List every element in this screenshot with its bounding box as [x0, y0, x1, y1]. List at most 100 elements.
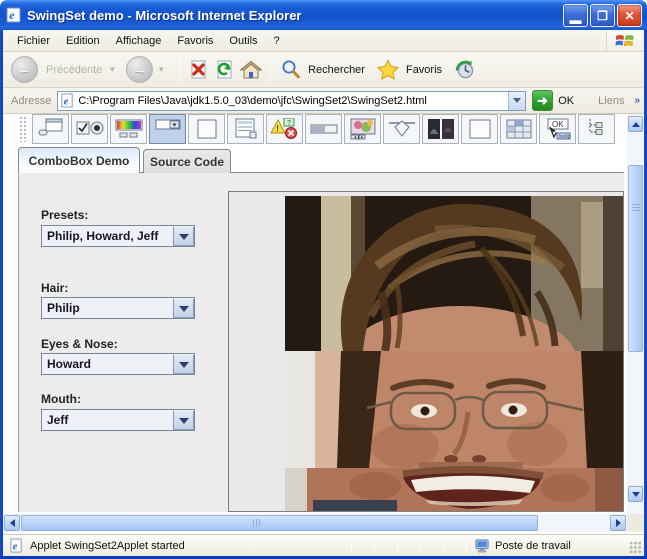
- vertical-scrollbar[interactable]: [627, 114, 644, 514]
- status-pane: [444, 535, 466, 556]
- svg-text:e: e: [9, 8, 15, 22]
- refresh-icon[interactable]: [214, 59, 236, 81]
- internalframe-demo-icon[interactable]: ◄❚►: [344, 114, 381, 144]
- resize-grip[interactable]: [629, 541, 642, 554]
- back-dropdown-icon[interactable]: ▼: [108, 65, 116, 74]
- history-icon[interactable]: [454, 59, 476, 81]
- splitpane-demo-icon[interactable]: [422, 114, 459, 144]
- colorchooser-demo-icon[interactable]: [110, 114, 147, 144]
- menu-bar: Fichier Edition Affichage Favoris Outils…: [3, 30, 644, 52]
- scroll-right-icon[interactable]: [610, 515, 626, 531]
- home-icon[interactable]: [240, 59, 262, 81]
- vertical-thumb-grip: [632, 204, 640, 213]
- favorites-star-icon[interactable]: [377, 59, 399, 81]
- svg-text:?: ?: [287, 120, 291, 127]
- page-ie-icon: e: [60, 93, 75, 108]
- horizontal-scrollbar[interactable]: [3, 514, 627, 532]
- address-input[interactable]: [75, 95, 505, 107]
- navigation-toolbar: ← Précédente ▼ → ▼ Rechercher Favoris: [3, 52, 644, 88]
- applet-page-icon: e: [9, 538, 24, 553]
- mouth-dropdown-icon[interactable]: [173, 410, 194, 430]
- tooltip-demo-icon[interactable]: OKtoolip: [539, 114, 576, 144]
- menu-fichier[interactable]: Fichier: [9, 32, 58, 50]
- tab-combobox-demo[interactable]: ComboBox Demo: [18, 147, 140, 173]
- list-demo-icon[interactable]: [227, 114, 264, 144]
- status-pane: [398, 535, 420, 556]
- combobox-demo-icon[interactable]: [149, 114, 186, 144]
- vertical-scroll-thumb[interactable]: [628, 165, 643, 352]
- table-demo-icon[interactable]: [500, 114, 537, 144]
- eyes-nose-combobox[interactable]: Howard: [41, 353, 195, 375]
- search-label[interactable]: Rechercher: [308, 64, 365, 76]
- window-title: SwingSet demo - Microsoft Internet Explo…: [27, 8, 301, 23]
- applet-demo-toolbar: ?! ◄❚► OKtoolip: [3, 114, 625, 144]
- favorites-label[interactable]: Favoris: [406, 64, 442, 76]
- back-label[interactable]: Précédente: [46, 64, 102, 76]
- presets-dropdown-icon[interactable]: [173, 226, 194, 246]
- tree-demo-icon[interactable]: [578, 114, 615, 144]
- eyes-nose-dropdown-icon[interactable]: [173, 354, 194, 374]
- progressbar-demo-icon[interactable]: [305, 114, 342, 144]
- svg-text:!: !: [276, 124, 279, 134]
- svg-text:e: e: [64, 96, 69, 107]
- tab-source-code[interactable]: Source Code: [143, 149, 231, 173]
- address-dropdown-icon[interactable]: [508, 92, 525, 110]
- filechooser-demo-icon[interactable]: [188, 114, 225, 144]
- status-pane: [375, 535, 397, 556]
- security-zone-pane: Poste de travail: [467, 539, 629, 553]
- close-button[interactable]: ✕: [617, 4, 642, 27]
- mouth-combobox[interactable]: Jeff: [41, 409, 195, 431]
- address-input-wrap: e: [57, 91, 525, 111]
- toolbar-demo-icon[interactable]: [32, 114, 69, 144]
- menu-help[interactable]: ?: [266, 32, 288, 50]
- zone-label: Poste de travail: [495, 540, 571, 552]
- status-message-pane: e Applet SwingSet2Applet started: [3, 538, 351, 553]
- button-demo-icon[interactable]: [71, 114, 108, 144]
- links-label[interactable]: Liens: [598, 95, 624, 107]
- combobox-demo-panel: Presets: Philip, Howard, Jeff Hair: Phil…: [18, 172, 624, 512]
- presets-combobox[interactable]: Philip, Howard, Jeff: [41, 225, 195, 247]
- go-button[interactable]: ➜: [532, 90, 554, 111]
- presets-label: Presets:: [41, 208, 88, 222]
- optionpane-demo-icon[interactable]: ?!: [266, 114, 303, 144]
- browser-window: e SwingSet demo - Microsoft Internet Exp…: [0, 0, 647, 559]
- face-collage-panel: [228, 191, 624, 512]
- toolbar-separator: [270, 57, 271, 83]
- tab-combobox-demo-label: ComboBox Demo: [29, 154, 130, 168]
- links-chevron-icon[interactable]: »: [634, 95, 640, 106]
- status-pane: [421, 535, 443, 556]
- slider-demo-icon[interactable]: [383, 114, 420, 144]
- scroll-left-icon[interactable]: [4, 515, 20, 531]
- go-button-label[interactable]: OK: [558, 95, 574, 107]
- menu-favoris[interactable]: Favoris: [169, 32, 221, 50]
- scroll-up-icon[interactable]: [628, 116, 643, 132]
- svg-text:e: e: [13, 541, 18, 552]
- scroll-down-icon[interactable]: [628, 486, 643, 502]
- stop-icon[interactable]: [188, 59, 210, 81]
- maximize-button[interactable]: ❒: [590, 4, 615, 27]
- ie-logo-icon: e: [6, 7, 22, 23]
- menu-affichage[interactable]: Affichage: [108, 32, 170, 50]
- scrollbar-corner: [627, 514, 644, 532]
- composite-face-image: [285, 196, 623, 512]
- minimize-button[interactable]: ▬: [563, 4, 588, 27]
- tab-source-code-label: Source Code: [150, 155, 224, 169]
- horizontal-scroll-thumb[interactable]: [21, 515, 538, 531]
- back-icon[interactable]: ←: [11, 56, 38, 83]
- toolbar-grip-handle[interactable]: [19, 116, 28, 142]
- menu-edition[interactable]: Edition: [58, 32, 108, 50]
- search-icon[interactable]: [279, 59, 301, 81]
- mouth-value: Jeff: [42, 410, 173, 430]
- svg-text:OK: OK: [552, 120, 564, 129]
- tabbedpane-demo-icon[interactable]: [461, 114, 498, 144]
- hair-value: Philip: [42, 298, 173, 318]
- presets-value: Philip, Howard, Jeff: [42, 226, 173, 246]
- address-bar: Adresse e ➜ OK Liens »: [3, 88, 644, 114]
- svg-text:◄❚►: ◄❚►: [353, 135, 364, 140]
- menu-outils[interactable]: Outils: [221, 32, 265, 50]
- status-pane: [352, 535, 374, 556]
- forward-icon[interactable]: →: [126, 56, 153, 83]
- hair-dropdown-icon[interactable]: [173, 298, 194, 318]
- forward-dropdown-icon[interactable]: ▼: [157, 65, 165, 74]
- hair-combobox[interactable]: Philip: [41, 297, 195, 319]
